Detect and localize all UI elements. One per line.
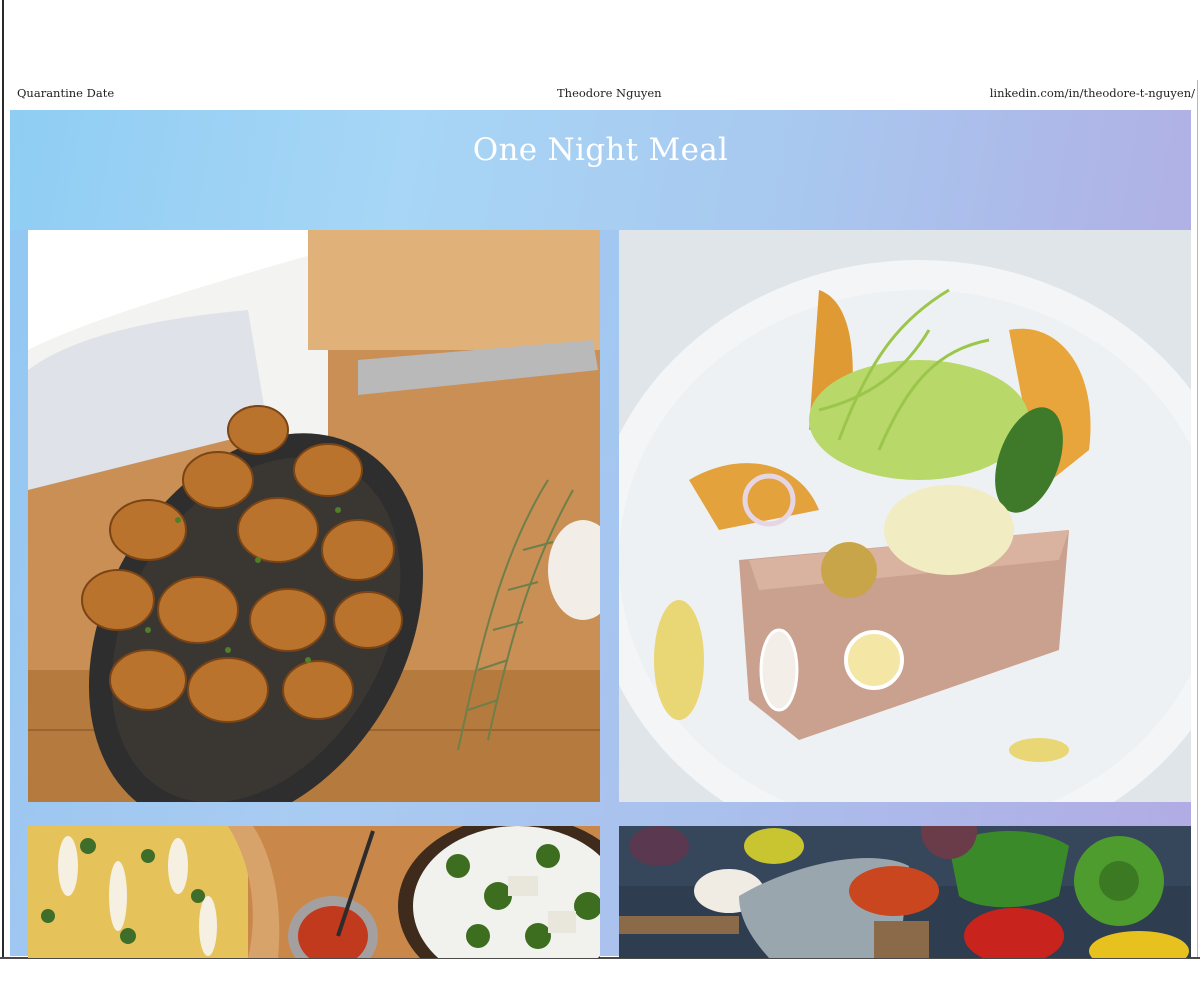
- vegetables-and-cleaver-photo: [619, 826, 1191, 958]
- header-author: Theodore Nguyen: [557, 86, 662, 100]
- roasted-potatoes-photo: [28, 230, 600, 802]
- header-linkedin-link[interactable]: linkedin.com/in/theodore-t-nguyen/: [990, 86, 1195, 100]
- page-title: One Night Meal: [472, 132, 729, 168]
- page-edge-left: [2, 0, 4, 958]
- plated-terrine-photo: [619, 230, 1191, 802]
- page-edge-right: [1197, 80, 1198, 958]
- header-subject: Quarantine Date: [17, 86, 115, 100]
- pizza-and-greens-photo: [28, 826, 600, 958]
- page-header: Quarantine Date Theodore Nguyen linkedin…: [17, 86, 1195, 102]
